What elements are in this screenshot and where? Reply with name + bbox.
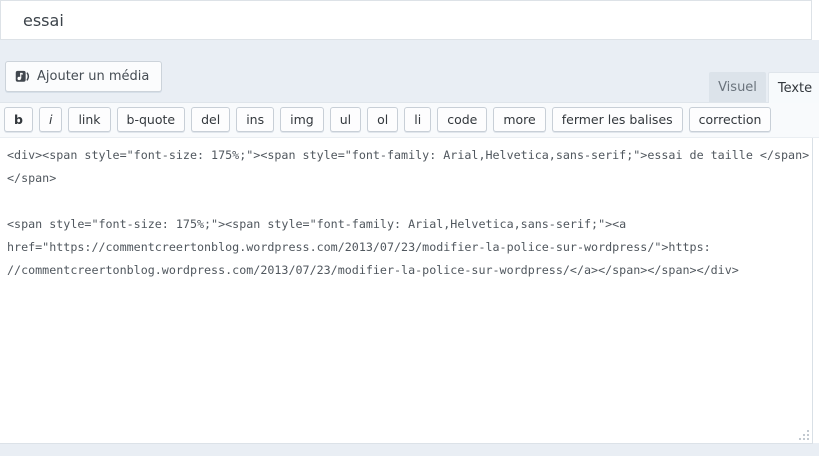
add-media-button[interactable]: Ajouter un média (5, 61, 162, 92)
quicktag-img-button[interactable]: img (280, 107, 324, 132)
tab-visual[interactable]: Visuel (709, 72, 766, 102)
tab-text[interactable]: Texte (768, 72, 819, 103)
quicktag-link-button[interactable]: link (68, 107, 110, 132)
editor-container: b i link b-quote del ins img ul ol li co… (0, 102, 819, 443)
quicktag-correction-button[interactable]: correction (689, 107, 772, 132)
resize-grip-icon[interactable] (796, 427, 812, 443)
quicktag-more-button[interactable]: more (493, 107, 545, 132)
quicktag-ol-button[interactable]: ol (367, 107, 398, 132)
quicktag-blockquote-button[interactable]: b-quote (117, 107, 186, 132)
editor-textarea[interactable]: <div><span style="font-size: 175%;"><spa… (0, 138, 813, 444)
quicktag-italic-button[interactable]: i (39, 107, 62, 132)
title-row (0, 0, 819, 40)
quicktag-li-button[interactable]: li (404, 107, 431, 132)
media-icon (15, 69, 30, 84)
quicktag-del-button[interactable]: del (191, 107, 230, 132)
quicktag-code-button[interactable]: code (437, 107, 487, 132)
quicktag-close-tags-button[interactable]: fermer les balises (552, 107, 683, 132)
quicktag-ul-button[interactable]: ul (330, 107, 361, 132)
post-title-input[interactable] (0, 0, 812, 40)
add-media-label: Ajouter un média (37, 69, 149, 84)
quicktag-bold-button[interactable]: b (4, 107, 33, 132)
quicktag-ins-button[interactable]: ins (236, 107, 274, 132)
editor-mode-tabs: Visuel Texte (709, 72, 819, 103)
quicktags-toolbar: b i link b-quote del ins img ul ol li co… (0, 103, 819, 138)
